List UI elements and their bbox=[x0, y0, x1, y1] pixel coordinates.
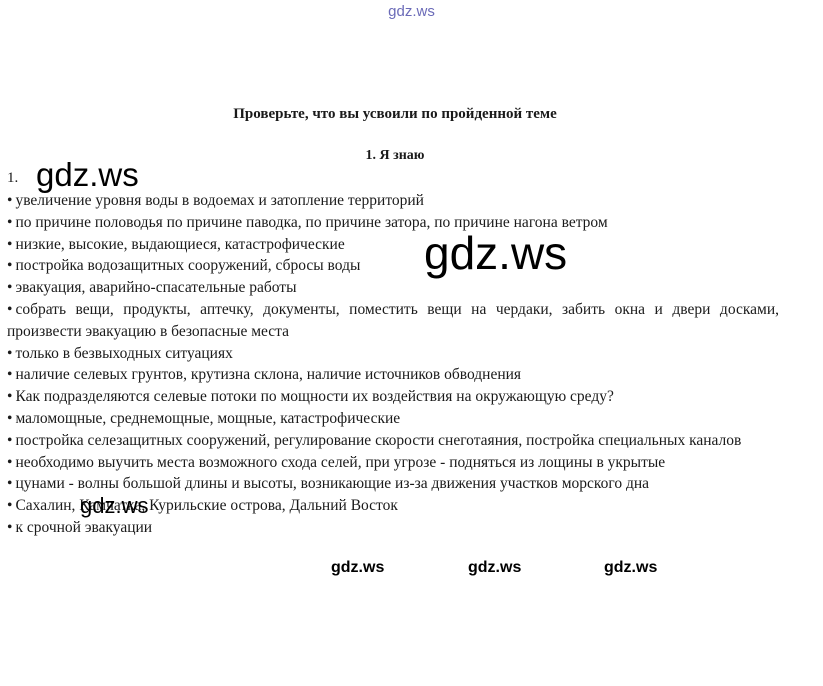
list-item: собрать вещи, продукты, аптечку, докумен… bbox=[7, 299, 779, 343]
watermark-medium: gdz.ws bbox=[80, 493, 149, 518]
list-item: постройка водозащитных сооружений, сброс… bbox=[7, 255, 779, 277]
list-item: постройка селезащитных сооружений, регул… bbox=[7, 430, 779, 452]
question-number: 1. bbox=[7, 170, 19, 186]
list-item: только в безвыходных ситуациях bbox=[7, 343, 779, 365]
watermark-large: gdz.ws bbox=[36, 156, 139, 193]
page-title: Проверьте, что вы усвоили по пройденной … bbox=[233, 106, 557, 122]
list-item: низкие, высокие, выдающиеся, катастрофич… bbox=[7, 234, 779, 256]
list-item: цунами - волны большой длины и высоты, в… bbox=[7, 473, 779, 495]
answer-list: увеличение уровня воды в водоемах и зато… bbox=[7, 190, 779, 539]
list-item: необходимо выучить места возможного сход… bbox=[7, 452, 779, 474]
list-item: Как подразделяются селевые потоки по мощ… bbox=[7, 386, 779, 408]
watermark-small: gdz.ws bbox=[331, 559, 385, 576]
list-item: наличие селевых грунтов, крутизна склона… bbox=[7, 364, 779, 386]
list-item: эвакуация, аварийно-спасательные работы bbox=[7, 277, 779, 299]
watermark-center: gdz.ws bbox=[424, 227, 568, 279]
watermark-small: gdz.ws bbox=[604, 559, 658, 576]
list-item: по причине половодья по причине паводка,… bbox=[7, 212, 779, 234]
watermark-small: gdz.ws bbox=[468, 559, 522, 576]
watermark-top: gdz.ws bbox=[388, 3, 435, 20]
list-item: к срочной эвакуации bbox=[7, 517, 779, 539]
list-item: маломощные, среднемощные, мощные, катаст… bbox=[7, 408, 779, 430]
